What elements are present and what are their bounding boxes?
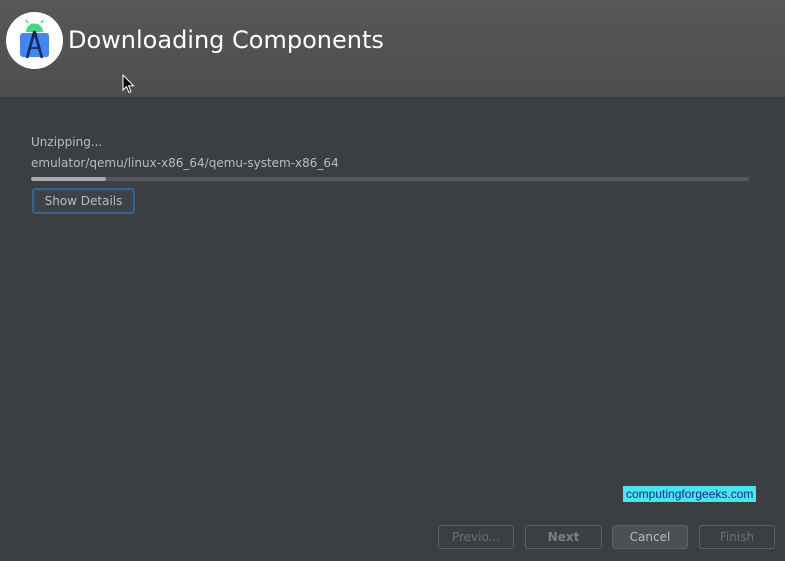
next-button[interactable]: Next	[525, 525, 602, 549]
wizard-header: Downloading Components	[0, 0, 785, 97]
watermark-text: computingforgeeks.com	[623, 486, 757, 502]
download-progress-bar	[31, 177, 749, 181]
previous-button[interactable]: Previo...	[438, 525, 514, 549]
android-studio-icon	[20, 19, 49, 59]
mouse-cursor-icon	[122, 74, 135, 94]
progress-bar-fill	[31, 177, 107, 181]
page-title: Downloading Components	[68, 26, 384, 54]
cancel-button[interactable]: Cancel	[612, 525, 688, 549]
show-details-button[interactable]: Show Details	[32, 188, 135, 214]
android-studio-logo	[6, 12, 63, 69]
progress-file-path: emulator/qemu/linux-x86_64/qemu-system-x…	[31, 156, 339, 170]
finish-button[interactable]: Finish	[699, 525, 775, 549]
progress-status-text: Unzipping...	[31, 135, 103, 149]
